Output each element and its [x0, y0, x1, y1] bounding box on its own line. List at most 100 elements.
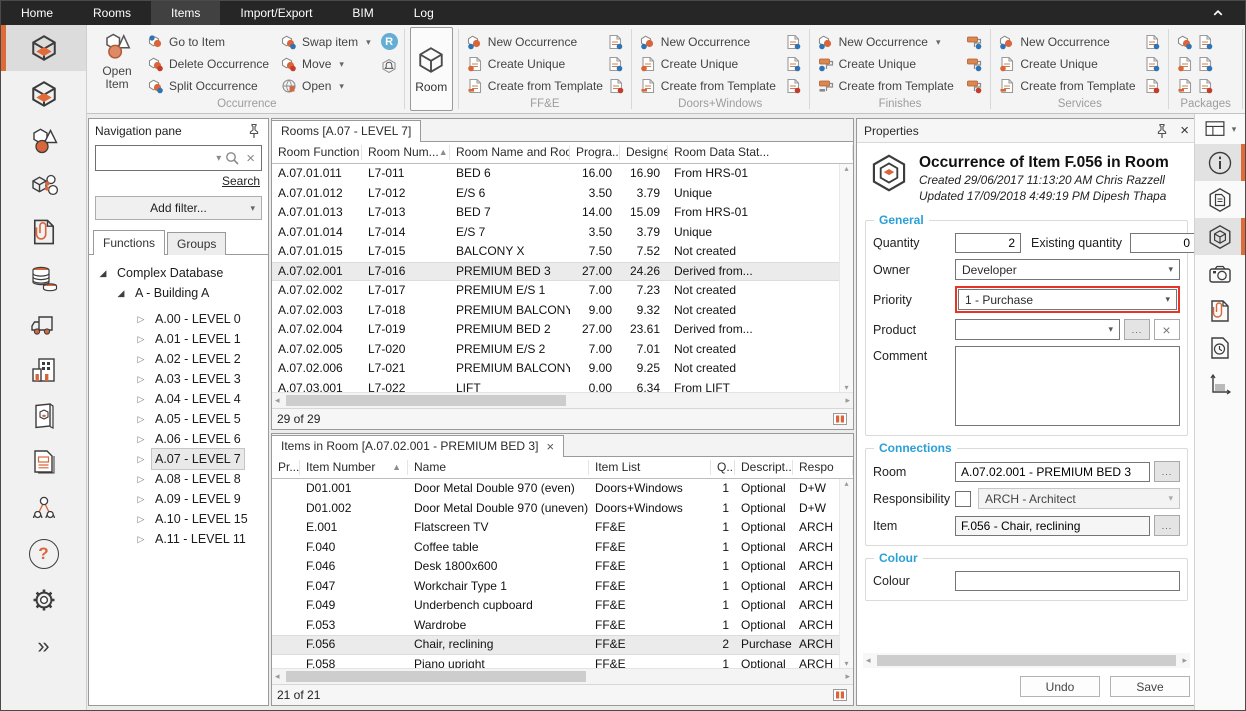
menu-items[interactable]: Items	[151, 1, 220, 25]
tree-collapsed-icon[interactable]: ▷	[135, 469, 147, 489]
close-tab-icon[interactable]: ×	[546, 440, 554, 453]
table-row[interactable]: D01.001Door Metal Double 970 (even)Doors…	[272, 479, 853, 499]
tree-collapsed-icon[interactable]: ▷	[135, 389, 147, 409]
column-header-programmed[interactable]: Progra...	[570, 145, 620, 160]
item-browse-button[interactable]: ...	[1154, 515, 1180, 536]
package-doc-delete-icon[interactable]	[1197, 78, 1213, 94]
tree-collapsed-icon[interactable]: ▷	[135, 329, 147, 349]
menu-rooms[interactable]: Rooms	[73, 1, 151, 25]
finishes-create-from-template-button[interactable]: Create from Template	[816, 75, 985, 97]
room-view-toggle-button[interactable]: Room	[410, 27, 453, 111]
module-logistics-button[interactable]	[1, 301, 86, 347]
module-rooms-button[interactable]	[1, 25, 86, 71]
doc-delete-icon[interactable]	[1144, 78, 1160, 94]
rooms-vertical-scrollbar[interactable]: ▴ ▾	[839, 164, 853, 392]
dw-create-unique-button[interactable]: Create Unique	[638, 53, 803, 75]
items-horizontal-scrollbar[interactable]: ◂ ▸	[272, 668, 853, 684]
table-row[interactable]: A.07.02.006L7-021PREMIUM BALCONY 2 9.009…	[272, 359, 853, 379]
responsibility-checkbox[interactable]	[955, 491, 971, 507]
tree-collapsed-icon[interactable]: ▷	[135, 509, 147, 529]
collapse-ribbon-button[interactable]	[1191, 1, 1245, 25]
expand-sidebar-button[interactable]: »	[1, 623, 86, 669]
go-to-item-button[interactable]: Go to Item	[146, 31, 271, 53]
doc-delete-icon[interactable]	[785, 78, 801, 94]
tree-item-level[interactable]: ▷ A.09 - LEVEL 9	[89, 489, 268, 509]
item-connection-input[interactable]	[955, 516, 1150, 536]
items-in-room-tab[interactable]: Items in Room [A.07.02.001 - PREMIUM BED…	[271, 435, 564, 457]
search-history-caret-icon[interactable]: ▾	[213, 153, 224, 164]
tree-item-level[interactable]: ▷ A.10 - LEVEL 15	[89, 509, 268, 529]
roller-minus-icon[interactable]	[966, 56, 982, 72]
column-header-name[interactable]: Name	[408, 460, 589, 475]
roller-edit-icon[interactable]	[966, 34, 982, 50]
module-collaboration-button[interactable]	[1, 485, 86, 531]
notification-cube-icon[interactable]	[381, 58, 397, 74]
menu-log[interactable]: Log	[394, 1, 454, 25]
open-dropdown[interactable]: Open ▾	[279, 75, 373, 97]
rooms-tab[interactable]: Rooms [A.07 - LEVEL 7]	[271, 120, 421, 142]
items-vertical-scrollbar[interactable]: ▴ ▾	[839, 479, 853, 668]
tree-item-level[interactable]: ▷ A.00 - LEVEL 0	[89, 309, 268, 329]
table-row[interactable]: A.07.02.005L7-020PREMIUM E/S 2 7.007.01N…	[272, 340, 853, 360]
room-connection-input[interactable]	[955, 462, 1150, 482]
doc-minus-icon[interactable]	[785, 56, 801, 72]
rooms-horizontal-scrollbar[interactable]: ◂ ▸	[272, 392, 853, 408]
column-header-room-number[interactable]: Room Num...▲	[362, 145, 450, 160]
tree-item-level[interactable]: ▷ A.01 - LEVEL 1	[89, 329, 268, 349]
column-header-description[interactable]: Descript...	[735, 460, 793, 475]
tree-item-building[interactable]: ◢ A - Building A	[89, 283, 268, 303]
table-row[interactable]: F.040Coffee tableFF&E 1OptionalARCH	[272, 538, 853, 558]
images-panel-button[interactable]	[1195, 255, 1245, 292]
table-row[interactable]: F.053WardrobeFF&E 1OptionalARCH	[272, 616, 853, 636]
info-panel-button[interactable]	[1195, 144, 1245, 181]
product-clear-button[interactable]: ×	[1154, 319, 1180, 340]
scrollbar-thumb[interactable]	[286, 671, 586, 682]
doc-delete-icon[interactable]	[608, 78, 624, 94]
table-row[interactable]: F.058Piano uprightFF&E 1OptionalARCH	[272, 655, 853, 669]
existing-quantity-input[interactable]	[1130, 233, 1196, 253]
owner-dropdown[interactable]: Developer ▾	[955, 259, 1180, 280]
module-settings-button[interactable]	[1, 577, 86, 623]
doc-minus-icon[interactable]	[607, 56, 623, 72]
tab-groups[interactable]: Groups	[167, 232, 226, 255]
tree-item-root[interactable]: ◢ Complex Database	[89, 263, 268, 283]
module-reports-button[interactable]	[1, 439, 86, 485]
tree-collapsed-icon[interactable]: ▷	[135, 449, 147, 469]
quantity-input[interactable]	[955, 233, 1021, 253]
split-occurrence-button[interactable]: Split Occurrence	[146, 75, 271, 97]
product-dropdown[interactable]: ▾	[955, 319, 1120, 340]
pin-icon[interactable]	[1154, 123, 1170, 139]
open-item-button[interactable]: Open Item	[96, 27, 138, 95]
tab-functions[interactable]: Functions	[93, 230, 165, 255]
search-link[interactable]: Search	[222, 174, 260, 188]
tree-item-level[interactable]: ▷ A.11 - LEVEL 11	[89, 529, 268, 549]
tree-collapsed-icon[interactable]: ▷	[135, 369, 147, 389]
table-row[interactable]: A.07.01.014L7-014E/S 7 3.503.79Unique	[272, 223, 853, 243]
undo-button[interactable]: Undo	[1020, 676, 1100, 697]
product-browse-button[interactable]: ...	[1124, 319, 1150, 340]
clear-search-icon[interactable]: ×	[240, 150, 261, 167]
dw-create-from-template-button[interactable]: Create from Template	[638, 75, 803, 97]
item-data-panel-button[interactable]	[1195, 181, 1245, 218]
responsibility-dropdown[interactable]: ARCH - Architect ▾	[978, 488, 1180, 509]
menu-import-export[interactable]: Import/Export	[220, 1, 332, 25]
tree-collapsed-icon[interactable]: ▷	[135, 429, 147, 449]
ffe-new-occurrence-button[interactable]: New Occurrence	[465, 31, 625, 53]
package-create-template-icon[interactable]	[1177, 78, 1193, 94]
table-row[interactable]: E.001Flatscreen TVFF&E 1OptionalARCH	[272, 518, 853, 538]
package-doc-minus-icon[interactable]	[1197, 56, 1213, 72]
services-new-occurrence-button[interactable]: New Occurrence	[997, 31, 1162, 53]
module-attachments-button[interactable]	[1, 209, 86, 255]
module-product-catalog-button[interactable]	[1, 393, 86, 439]
module-help-button[interactable]: ?	[1, 531, 86, 577]
attachments-panel-button[interactable]	[1195, 292, 1245, 329]
finishes-create-unique-button[interactable]: Create Unique	[816, 53, 985, 75]
search-icon[interactable]	[224, 150, 240, 166]
doc-minus-icon[interactable]	[1144, 56, 1160, 72]
dimensions-panel-button[interactable]	[1195, 366, 1245, 403]
package-new-occurrence-icon[interactable]	[1177, 34, 1193, 50]
menu-home[interactable]: Home	[1, 1, 73, 25]
table-row[interactable]: A.07.01.015L7-015BALCONY X 7.507.52Not c…	[272, 242, 853, 262]
roller-delete-icon[interactable]	[966, 78, 982, 94]
doc-edit-icon[interactable]	[607, 34, 623, 50]
